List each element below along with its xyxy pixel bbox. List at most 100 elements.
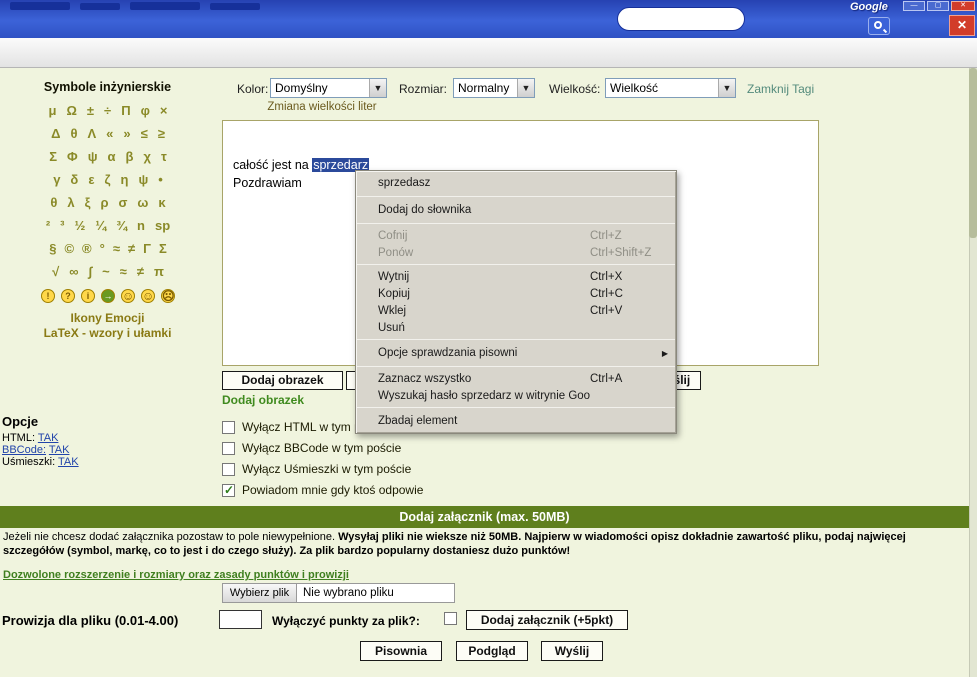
symbol-link[interactable]: ≠	[128, 241, 135, 259]
spellcheck-button-footer[interactable]: Pisownia	[360, 641, 442, 661]
add-attachment-button[interactable]: Dodaj załącznik (+5pkt)	[466, 610, 628, 630]
symbol-link[interactable]: ²	[46, 218, 50, 236]
submit-button-footer[interactable]: Wyślij	[541, 641, 603, 661]
toolbar-search-button[interactable]	[868, 17, 890, 35]
emoticon-icon[interactable]: →	[101, 289, 115, 303]
symbol-link[interactable]: ω	[137, 195, 148, 213]
symbol-link[interactable]: κ	[158, 195, 165, 213]
sidebar-link-latex[interactable]: LaTeX - wzory i ułamki	[0, 326, 215, 340]
symbol-link[interactable]: ×	[160, 103, 168, 121]
menu-item-spellcheck-options[interactable]: Opcje sprawdzania pisowni ▶	[356, 343, 676, 363]
emoticon-icon[interactable]: ☹	[161, 289, 175, 303]
close-button-small[interactable]: ✕	[951, 1, 975, 11]
symbol-link[interactable]: °	[100, 241, 105, 259]
symbol-link[interactable]: n	[137, 218, 145, 236]
symbol-link[interactable]: π	[154, 264, 164, 282]
symbol-link[interactable]: ³	[60, 218, 64, 236]
symbol-link[interactable]: ~	[102, 264, 110, 282]
checkbox-disable-smilies[interactable]	[222, 463, 235, 476]
symbol-link[interactable]: Π	[121, 103, 130, 121]
symbol-link[interactable]: ≈	[120, 264, 127, 282]
symbol-link[interactable]: Σ	[159, 241, 167, 259]
symbol-link[interactable]: γ	[53, 172, 60, 190]
symbol-link[interactable]: θ	[50, 195, 57, 213]
symbol-link[interactable]: λ	[67, 195, 74, 213]
option-value-bbcode[interactable]: TAK	[49, 444, 70, 456]
choose-file-button[interactable]: Wybierz plik	[223, 584, 297, 602]
attachment-rules-link[interactable]: Dozwolone rozszerzenie i rozmiary oraz z…	[3, 569, 349, 581]
symbol-link[interactable]: χ	[143, 149, 150, 167]
menu-item-cut[interactable]: Wytnij Ctrl+X	[356, 268, 676, 285]
symbol-link[interactable]: ζ	[104, 172, 110, 190]
symbol-link[interactable]: «	[106, 126, 113, 144]
checkbox-disable-bbcode[interactable]	[222, 442, 235, 455]
menu-item-inspect-element[interactable]: Zbadaj element	[356, 411, 676, 431]
symbol-link[interactable]: ¾	[116, 218, 127, 236]
google-toolbar-search-input[interactable]	[617, 7, 745, 31]
option-value-html[interactable]: TAK	[38, 432, 59, 444]
symbol-link[interactable]: ∞	[69, 264, 78, 282]
file-input[interactable]: Wybierz plik Nie wybrano pliku	[222, 583, 455, 603]
symbol-link[interactable]: Φ	[67, 149, 78, 167]
symbol-link[interactable]: β	[126, 149, 134, 167]
menu-item-select-all[interactable]: Zaznacz wszystko Ctrl+A	[356, 370, 676, 387]
maximize-button[interactable]: ▢	[927, 1, 949, 11]
symbol-link[interactable]: •	[158, 172, 163, 190]
symbol-link[interactable]: ε	[88, 172, 94, 190]
close-tags-link[interactable]: Zamknij Tagi	[747, 82, 814, 96]
menu-item-paste[interactable]: Wklej Ctrl+V	[356, 302, 676, 319]
symbol-link[interactable]: ψ	[88, 149, 98, 167]
preview-button-footer[interactable]: Podgląd	[456, 641, 528, 661]
symbol-link[interactable]: τ	[161, 149, 167, 167]
symbol-link[interactable]: α	[108, 149, 116, 167]
add-image-button[interactable]: Dodaj obrazek	[222, 371, 343, 390]
size-select[interactable]: Normalny ▼	[453, 78, 535, 98]
symbol-link[interactable]: §	[49, 241, 56, 259]
symbol-link[interactable]: √	[52, 264, 59, 282]
symbol-link[interactable]: »	[123, 126, 130, 144]
menu-item-search-google[interactable]: Wyszukaj hasło sprzedarz w witrynie Goog…	[356, 387, 676, 404]
symbol-link[interactable]: Γ	[143, 241, 151, 259]
symbol-link[interactable]: ¼	[95, 218, 106, 236]
menu-item-add-to-dictionary[interactable]: Dodaj do słownika	[356, 200, 676, 220]
sidebar-link-emoji-icons[interactable]: Ikony Emocji	[0, 311, 215, 325]
symbol-link[interactable]: σ	[118, 195, 127, 213]
symbol-link[interactable]: Δ	[51, 126, 60, 144]
emoticon-icon[interactable]: ☺	[141, 289, 155, 303]
symbol-link[interactable]: ∫	[89, 264, 93, 282]
symbol-link[interactable]: θ	[70, 126, 77, 144]
add-image-link[interactable]: Dodaj obrazek	[222, 393, 304, 407]
option-value-smilies[interactable]: TAK	[58, 456, 79, 468]
emoticon-icon[interactable]: !	[41, 289, 55, 303]
symbol-link[interactable]: ≠	[137, 264, 144, 282]
symbol-link[interactable]: ψ	[138, 172, 148, 190]
color-select[interactable]: Domyślny ▼	[270, 78, 387, 98]
scrollbar-thumb[interactable]	[969, 68, 977, 238]
close-button[interactable]: ✕	[949, 15, 975, 36]
symbol-link[interactable]: μ	[49, 103, 57, 121]
menu-item-suggestion[interactable]: sprzedasz	[356, 173, 676, 193]
symbol-link[interactable]: ≤	[141, 126, 148, 144]
symbol-link[interactable]: ξ	[85, 195, 91, 213]
symbol-link[interactable]: ÷	[104, 103, 111, 121]
symbol-link[interactable]: ρ	[100, 195, 108, 213]
symbol-link[interactable]: Ω	[66, 103, 76, 121]
symbol-link[interactable]: ®	[82, 241, 92, 259]
symbol-link[interactable]: Σ	[49, 149, 57, 167]
minimize-button[interactable]: —	[903, 1, 925, 11]
symbol-link[interactable]: η	[120, 172, 128, 190]
menu-item-delete[interactable]: Usuń	[356, 319, 676, 336]
symbol-link[interactable]: sp	[155, 218, 170, 236]
symbol-link[interactable]: ≥	[158, 126, 165, 144]
commission-input[interactable]	[219, 610, 262, 629]
emoticon-icon[interactable]: ?	[61, 289, 75, 303]
checkbox-disable-points[interactable]	[444, 612, 457, 625]
option-label-bbcode[interactable]: BBCode:	[2, 444, 46, 456]
symbol-link[interactable]: ±	[87, 103, 94, 121]
checkbox-notify-reply[interactable]: ✓	[222, 484, 235, 497]
letter-case-select[interactable]: Wielkość ▼	[605, 78, 736, 98]
symbol-link[interactable]: ≈	[113, 241, 120, 259]
checkbox-disable-html[interactable]	[222, 421, 235, 434]
symbol-link[interactable]: ©	[64, 241, 74, 259]
symbol-link[interactable]: Λ	[87, 126, 96, 144]
